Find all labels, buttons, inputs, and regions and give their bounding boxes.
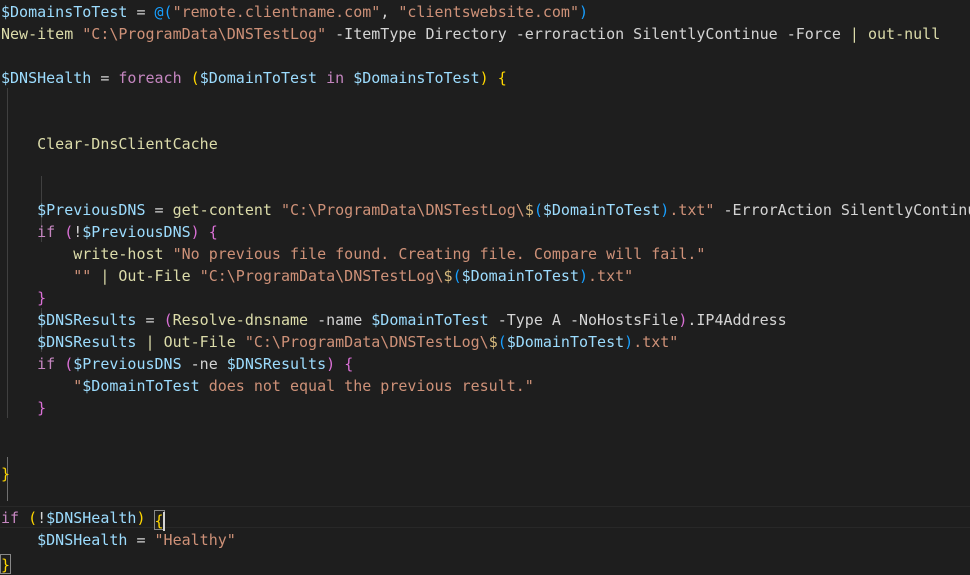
code-line-content: if (!$DNSHealth) {: [1, 509, 165, 531]
code-line-content: $DNSResults | Out-File "C:\ProgramData\D…: [37, 333, 679, 351]
code-line-content: $DomainsToTest = @("remote.clientname.co…: [1, 3, 589, 21]
code-line-content: [0, 47, 10, 65]
code-line[interactable]: }: [0, 286, 970, 308]
code-line-content: [0, 443, 10, 461]
code-line[interactable]: }: [0, 550, 970, 574]
code-line[interactable]: $DNSResults = (Resolve-dnsname -name $Do…: [0, 308, 970, 330]
code-line[interactable]: }: [0, 462, 970, 484]
code-line-content: [0, 421, 10, 439]
code-line[interactable]: write-host "No previous file found. Crea…: [0, 242, 970, 264]
code-line[interactable]: "" | Out-File "C:\ProgramData\DNSTestLog…: [0, 264, 970, 286]
code-line-content: if (!$PreviousDNS) {: [37, 223, 218, 241]
code-line[interactable]: [0, 110, 970, 132]
code-line-content: $DNSResults = (Resolve-dnsname -name $Do…: [37, 311, 787, 329]
code-line[interactable]: }: [0, 396, 970, 418]
code-line[interactable]: "$DomainToTest does not equal the previo…: [0, 374, 970, 396]
code-line-content: [0, 113, 10, 131]
code-line[interactable]: [0, 88, 970, 110]
code-line-content: $PreviousDNS = get-content "C:\ProgramDa…: [37, 201, 970, 219]
code-line-content: }: [37, 289, 47, 307]
code-line-content: "" | Out-File "C:\ProgramData\DNSTestLog…: [73, 267, 634, 285]
text-cursor: [162, 512, 165, 531]
code-line[interactable]: [0, 154, 970, 176]
code-line-current[interactable]: if (!$DNSHealth) {: [0, 506, 970, 531]
code-line[interactable]: [0, 44, 970, 66]
code-line[interactable]: [0, 484, 970, 506]
code-line[interactable]: if ($PreviousDNS -ne $DNSResults) {: [0, 352, 970, 374]
bracket-match-close: }: [0, 554, 12, 574]
code-line-content: $DNSHealth = foreach ($DomainToTest in $…: [1, 69, 507, 87]
code-line-content: [0, 91, 10, 109]
code-line-content: }: [0, 553, 12, 574]
code-line[interactable]: $DNSHealth = foreach ($DomainToTest in $…: [0, 66, 970, 88]
code-line-content: }: [37, 399, 47, 417]
code-line[interactable]: Clear-DnsClientCache: [0, 132, 970, 154]
code-line-content: [0, 179, 10, 197]
code-line[interactable]: $DNSHealth = "Healthy": [0, 528, 970, 550]
code-line[interactable]: [0, 418, 970, 440]
editor-code-area[interactable]: $DomainsToTest = @("remote.clientname.co…: [0, 0, 970, 574]
code-line-content: "$DomainToTest does not equal the previo…: [73, 377, 534, 395]
code-editor[interactable]: $DomainsToTest = @("remote.clientname.co…: [0, 0, 970, 574]
code-line-content: if ($PreviousDNS -ne $DNSResults) {: [37, 355, 354, 373]
code-line[interactable]: if (!$PreviousDNS) {: [0, 220, 970, 242]
code-line[interactable]: New-item "C:\ProgramData\DNSTestLog" -It…: [0, 22, 970, 44]
code-line[interactable]: [0, 176, 970, 198]
code-line[interactable]: $DNSResults | Out-File "C:\ProgramData\D…: [0, 330, 970, 352]
code-line-content: Clear-DnsClientCache: [37, 135, 218, 153]
code-line-content: $DNSHealth = "Healthy": [37, 531, 236, 549]
code-line-content: }: [1, 465, 11, 483]
code-line-content: [0, 157, 10, 175]
code-line-content: [0, 487, 10, 505]
code-line[interactable]: [0, 440, 970, 462]
code-line-content: write-host "No previous file found. Crea…: [73, 245, 706, 263]
code-line-content: New-item "C:\ProgramData\DNSTestLog" -It…: [1, 25, 941, 43]
code-line[interactable]: $DomainsToTest = @("remote.clientname.co…: [0, 0, 970, 22]
code-line[interactable]: $PreviousDNS = get-content "C:\ProgramDa…: [0, 198, 970, 220]
